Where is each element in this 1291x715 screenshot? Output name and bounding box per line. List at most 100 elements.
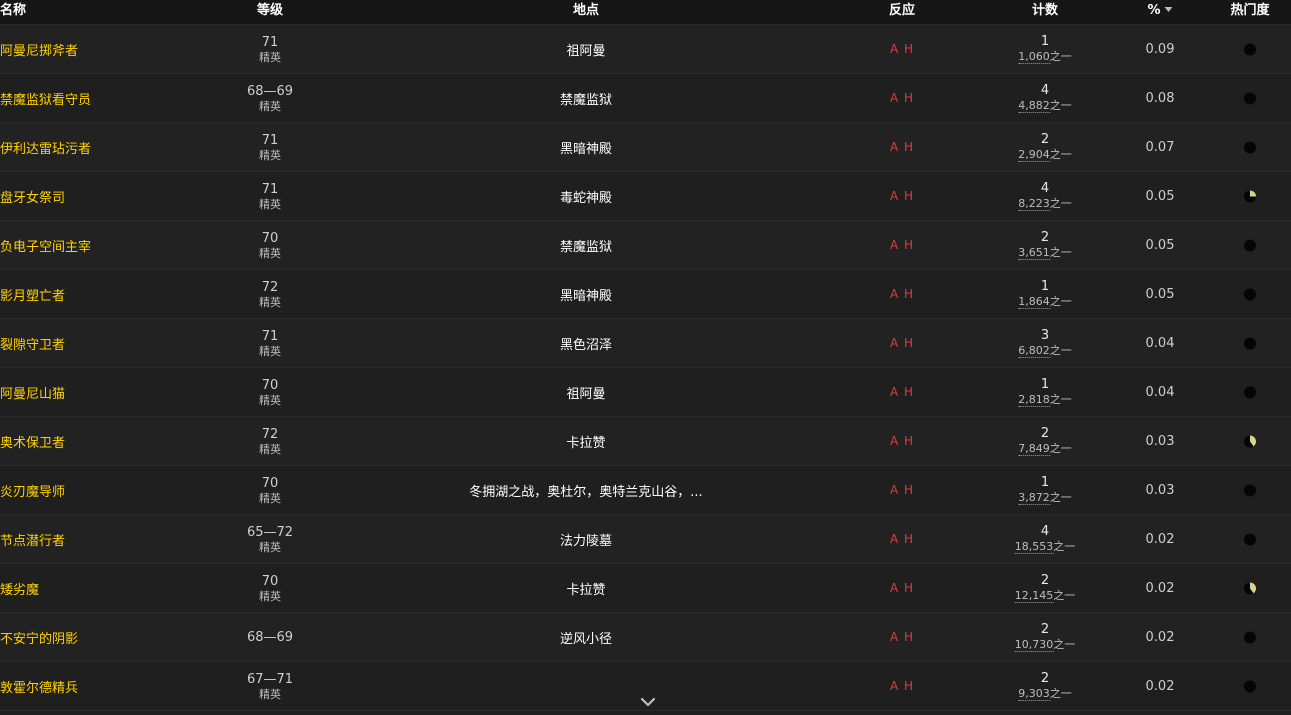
popularity-cell (1243, 417, 1257, 465)
count-cell: 4 18,553之一 (1014, 515, 1075, 563)
location-link[interactable]: 卡拉赞 (566, 564, 605, 612)
table-row[interactable]: 阿曼尼山猫 70 精英 祖阿曼 A H 1 2,818之一 0.04 (0, 368, 1291, 417)
level-cell: 70 精英 (259, 221, 281, 269)
table-row[interactable]: 负电子空间主宰 70 精英 禁魔监狱 A H 2 3,651之一 0.05 (0, 221, 1291, 270)
level-tag: 精英 (259, 442, 281, 456)
reaction-alliance: A (889, 483, 900, 497)
popularity-cell (1243, 123, 1257, 171)
popularity-pie-icon (1243, 679, 1257, 693)
level-tag: 精英 (259, 99, 281, 113)
header-reaction[interactable]: 反应 (889, 0, 915, 24)
count-value: 2 (1040, 132, 1050, 147)
header-popularity[interactable]: 热门度 (1230, 0, 1269, 24)
chevron-down-icon[interactable] (640, 695, 656, 709)
pie-base (1243, 385, 1257, 399)
npc-name-link[interactable]: 炎刃魔导师 (0, 466, 65, 514)
npc-name-link[interactable]: 影月塑亡者 (0, 270, 65, 318)
reaction-cell: A H (890, 515, 914, 563)
location-link[interactable]: 黑暗神殿 (560, 270, 612, 318)
level-value: 71 (261, 34, 279, 50)
npc-name-link[interactable]: 禁魔监狱看守员 (0, 74, 91, 122)
reaction-cell: A H (890, 172, 914, 220)
header-count[interactable]: 计数 (1032, 0, 1058, 24)
table-row[interactable]: 禁魔监狱看守员 68—69 精英 禁魔监狱 A H 4 4,882之一 0.08 (0, 74, 1291, 123)
npc-name-link[interactable]: 盘牙女祭司 (0, 172, 65, 220)
level-value: 67—71 (246, 671, 294, 687)
count-suffix: 之一 (1049, 50, 1072, 63)
location-link[interactable]: 黑暗神殿 (560, 123, 612, 171)
percent-value: 0.05 (1145, 188, 1175, 204)
percent-value: 0.02 (1145, 580, 1175, 596)
location-link[interactable]: 禁魔监狱 (560, 74, 612, 122)
popularity-cell (1243, 319, 1257, 367)
level-value: 68—69 (246, 629, 294, 645)
table-row[interactable]: 影月塑亡者 72 精英 黑暗神殿 A H 1 1,864之一 0.05 (0, 270, 1291, 319)
npc-name-link[interactable]: 裂隙守卫者 (0, 319, 65, 367)
popularity-pie-icon (1243, 434, 1257, 448)
count-total: 4,882之一 (1018, 99, 1072, 113)
level-tag: 精英 (259, 687, 281, 701)
reaction-horde: H (904, 581, 915, 595)
npc-name-link[interactable]: 阿曼尼掷斧者 (0, 25, 78, 73)
table-row[interactable]: 盘牙女祭司 71 精英 毒蛇神殿 A H 4 8,223之一 0.05 (0, 172, 1291, 221)
npc-name-link[interactable]: 节点潜行者 (0, 515, 65, 563)
popularity-cell (1243, 613, 1257, 661)
reaction-alliance: A (889, 385, 900, 399)
level-tag: 精英 (259, 491, 281, 505)
reaction-cell: A H (890, 613, 914, 661)
percent-value: 0.04 (1145, 384, 1175, 400)
popularity-pie-icon (1243, 581, 1257, 595)
popularity-cell (1243, 25, 1257, 73)
percent-value: 0.08 (1145, 90, 1175, 106)
reaction-horde: H (904, 630, 915, 644)
table-row[interactable]: 阿曼尼掷斧者 71 精英 祖阿曼 A H 1 1,060之一 0.09 (0, 25, 1291, 74)
level-value: 70 (261, 475, 279, 491)
reaction-horde: H (904, 238, 915, 252)
pie-slice (1250, 189, 1257, 196)
level-tag: 精英 (259, 589, 281, 603)
count-total: 9,303之一 (1018, 687, 1072, 701)
sort-desc-icon (1164, 7, 1173, 12)
count-suffix: 之一 (1049, 393, 1072, 406)
table-row[interactable]: 裂隙守卫者 71 精英 黑色沼泽 A H 3 6,802之一 0.04 (0, 319, 1291, 368)
reaction-horde: H (904, 434, 915, 448)
npc-name-link[interactable]: 伊利达雷玷污者 (0, 123, 91, 171)
table-row[interactable]: 节点潜行者 65—72 精英 法力陵墓 A H 4 18,553之一 0.02 (0, 515, 1291, 564)
pie-base (1243, 91, 1257, 105)
location-link[interactable]: 法力陵墓 (560, 515, 612, 563)
count-suffix: 之一 (1049, 442, 1072, 455)
location-link[interactable]: 逆风小径 (560, 613, 612, 661)
count-suffix: 之一 (1053, 589, 1076, 602)
count-total-number: 4,882 (1018, 99, 1050, 113)
npc-name-link[interactable]: 奥术保卫者 (0, 417, 65, 465)
reaction-alliance: A (889, 630, 900, 644)
table-row[interactable]: 奥术保卫者 72 精英 卡拉赞 A H 2 7,849之一 0.03 (0, 417, 1291, 466)
npc-name-link[interactable]: 矮劣魔 (0, 564, 39, 612)
reaction-horde: H (904, 140, 915, 154)
location-link[interactable]: 黑色沼泽 (560, 319, 612, 367)
header-name[interactable]: 名称 (0, 0, 26, 24)
reaction-cell: A H (890, 662, 914, 710)
header-level[interactable]: 等级 (257, 0, 283, 24)
reaction-cell: A H (890, 123, 914, 171)
location-link[interactable]: 禁魔监狱 (560, 221, 612, 269)
npc-name-link[interactable]: 阿曼尼山猫 (0, 368, 65, 416)
table-row[interactable]: 伊利达雷玷污者 71 精英 黑暗神殿 A H 2 2,904之一 0.07 (0, 123, 1291, 172)
reaction-horde: H (904, 483, 915, 497)
location-link[interactable]: 祖阿曼 (566, 25, 605, 73)
location-link[interactable]: 毒蛇神殿 (560, 172, 612, 220)
location-link[interactable]: 祖阿曼 (566, 368, 605, 416)
npc-name-link[interactable]: 敦霍尔德精兵 (0, 662, 78, 710)
popularity-cell (1243, 564, 1257, 612)
npc-name-link[interactable]: 负电子空间主宰 (0, 221, 91, 269)
location-link[interactable]: 卡拉赞 (566, 417, 605, 465)
percent-value: 0.09 (1145, 41, 1175, 57)
npc-name-link[interactable]: 不安宁的阴影 (0, 613, 78, 661)
table-row[interactable]: 矮劣魔 70 精英 卡拉赞 A H 2 12,145之一 0.02 (0, 564, 1291, 613)
table-row[interactable]: 炎刃魔导师 70 精英 冬拥湖之战，奥杜尔，奥特兰克山谷，... A H 1 3… (0, 466, 1291, 515)
location-link[interactable]: 冬拥湖之战，奥杜尔，奥特兰克山谷，... (469, 466, 702, 514)
count-total-number: 7,849 (1018, 442, 1050, 456)
header-percent[interactable]: % (1147, 0, 1173, 24)
table-row[interactable]: 不安宁的阴影 68—69 逆风小径 A H 2 10,730之一 0.02 (0, 613, 1291, 662)
header-location[interactable]: 地点 (573, 0, 599, 24)
